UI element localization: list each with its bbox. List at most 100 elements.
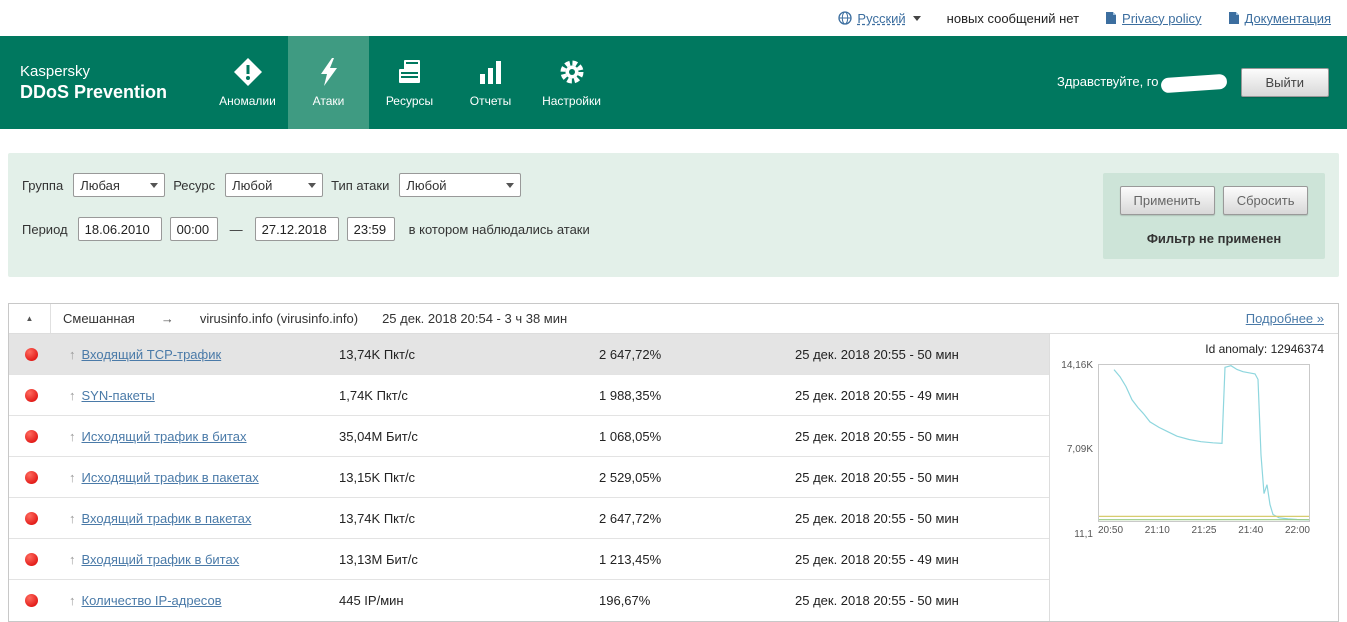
anomaly-chart-title: Id anomaly: 12946374 (1205, 342, 1324, 356)
logout-button[interactable]: Выйти (1240, 68, 1329, 97)
attack-metric-link[interactable]: Входящий TCP-трафик (82, 347, 222, 362)
attack-percent: 196,67% (599, 593, 651, 608)
resource-select[interactable]: Любой (225, 173, 324, 197)
attack-resource: virusinfo.info (virusinfo.info) (199, 311, 359, 326)
attack-value: 13,74K Пкт/с (339, 510, 416, 526)
bar-chart-icon (479, 61, 501, 84)
language-selector[interactable]: Русский (838, 11, 921, 26)
redacted-username (1160, 73, 1227, 93)
date-from-input[interactable] (77, 217, 162, 241)
attack-value: 1,74K Пкт/с (339, 387, 408, 403)
table-row[interactable]: ↑ Входящий TCP-трафик 13,74K Пкт/с 2 647,… (9, 334, 1049, 375)
table-row[interactable]: ↑ Исходящий трафик в пакетах 13,15K Пкт/с… (9, 457, 1049, 498)
select-caret-icon (506, 182, 515, 188)
attack-metric-link[interactable]: Количество IP-адресов (82, 593, 222, 608)
language-caret-icon (912, 15, 921, 21)
nav-label: Ресурсы (385, 94, 434, 108)
attack-period: 25 дек. 2018 20:54 - 3 ч 38 мин (382, 311, 568, 326)
attack-metric-link[interactable]: Исходящий трафик в пакетах (82, 470, 259, 485)
main-nav: Аномалии Атаки Ресурсы Отчеты Настройки (207, 36, 612, 129)
filter-panel: Группа Любая Ресурс Любой Тип атаки Любо… (8, 153, 1339, 277)
attack-time: 25 дек. 2018 20:55 - 50 мин (795, 469, 959, 485)
documentation[interactable]: Документация (1228, 11, 1332, 26)
x-axis-tick: 22:00 (1284, 525, 1310, 536)
resource-label: Ресурс (173, 177, 216, 193)
table-row[interactable]: ↑ Количество IP-адресов 445 IP/мин 196,67… (9, 580, 1049, 621)
table-row[interactable]: ↑ Входящий трафик в пакетах 13,74K Пкт/с … (9, 498, 1049, 539)
attack-percent: 2 529,05% (599, 469, 662, 485)
attack-type-label: Тип атаки (331, 177, 390, 193)
group-select[interactable]: Любая (73, 173, 166, 197)
time-to-input[interactable] (346, 217, 395, 241)
nav-item-attacks[interactable]: Атаки (288, 36, 369, 129)
trend-up-icon: ↑ (69, 469, 76, 485)
nav-item-reports[interactable]: Отчеты (450, 36, 531, 129)
select-caret-icon (308, 182, 317, 188)
arrow-right-icon: → (160, 311, 174, 326)
x-axis-tick: 21:25 (1191, 525, 1217, 536)
nav-label: Атаки (312, 94, 345, 108)
filter-status-text: Фильтр не применен (1146, 231, 1282, 246)
attack-value: 13,13M Бит/с (339, 551, 418, 567)
group-label: Группа (22, 177, 64, 193)
anomaly-chart-panel: Id anomaly: 12946374 14,16K 7,09K 11,1 2… (1050, 334, 1338, 621)
trend-up-icon: ↑ (69, 510, 76, 526)
nav-item-resources[interactable]: Ресурсы (369, 36, 450, 129)
attack-value: 13,15K Пкт/с (339, 469, 416, 485)
nav-item-anomalies[interactable]: Аномалии (207, 36, 288, 129)
nav-label: Настройки (542, 94, 601, 108)
trend-up-icon: ↑ (69, 346, 76, 362)
language-link[interactable]: Русский (857, 11, 905, 26)
table-row[interactable]: ↑ SYN-пакеты 1,74K Пкт/с 1 988,35% 25 дек… (9, 375, 1049, 416)
topbar: Русский новых сообщений нет Privacy poli… (0, 0, 1347, 36)
attack-type-select[interactable]: Любой (399, 173, 522, 197)
attack-group-header: ▲ Смешанная → virusinfo.info (virusinfo.… (9, 304, 1338, 334)
privacy-policy[interactable]: Privacy policy (1105, 11, 1202, 26)
reset-filter-button[interactable]: Сбросить (1222, 186, 1309, 215)
trend-up-icon: ↑ (69, 428, 76, 444)
attack-metric-link[interactable]: SYN-пакеты (82, 388, 155, 403)
apply-filter-button[interactable]: Применить (1119, 186, 1215, 215)
y-axis-tick: 11,1 (1074, 529, 1093, 540)
resource-select-value: Любой (232, 177, 273, 193)
privacy-policy-link[interactable]: Privacy policy (1122, 11, 1201, 26)
x-axis-tick: 21:40 (1238, 525, 1264, 536)
attack-metric-link[interactable]: Входящий трафик в пакетах (82, 511, 252, 526)
time-from-input[interactable] (169, 217, 218, 241)
x-axis-tick: 21:10 (1144, 525, 1170, 536)
attack-time: 25 дек. 2018 20:55 - 50 мин (795, 428, 959, 444)
attack-time: 25 дек. 2018 20:55 - 50 мин (795, 346, 959, 362)
nav-item-settings[interactable]: Настройки (531, 36, 612, 129)
attack-percent: 1 988,35% (599, 387, 662, 403)
nav-label: Отчеты (469, 94, 512, 108)
attack-type-value: Смешанная (63, 311, 135, 326)
collapse-toggle[interactable]: ▲ (9, 304, 51, 333)
trend-up-icon: ↑ (69, 551, 76, 567)
attack-time: 25 дек. 2018 20:55 - 50 мин (795, 510, 959, 526)
period-hint: в котором наблюдались атаки (408, 221, 590, 237)
brand-line1: Kaspersky (20, 62, 91, 80)
anomaly-chart-svg (1099, 365, 1309, 521)
anomaly-rows: ↑ Входящий TCP-трафик 13,74K Пкт/с 2 647,… (9, 334, 1050, 621)
trend-up-icon: ↑ (69, 387, 76, 403)
documentation-link[interactable]: Документация (1245, 11, 1332, 26)
anomaly-chart[interactable] (1098, 364, 1310, 522)
document-icon (1228, 12, 1239, 24)
trend-up-icon: ↑ (69, 593, 76, 608)
lightning-icon (320, 58, 337, 86)
attack-status-dot (24, 429, 38, 443)
attack-status-dot (24, 470, 38, 484)
table-row[interactable]: ↑ Исходящий трафик в битах 35,04M Бит/с 1… (9, 416, 1049, 457)
collapse-triangle-icon: ▲ (25, 314, 34, 323)
resources-icon (398, 60, 420, 83)
date-to-input[interactable] (254, 217, 339, 241)
attack-metric-link[interactable]: Исходящий трафик в битах (82, 429, 247, 444)
attack-status-dot (24, 511, 38, 525)
attack-value: 35,04M Бит/с (339, 428, 418, 444)
table-row[interactable]: ↑ Входящий трафик в битах 13,13M Бит/с 1 … (9, 539, 1049, 580)
attack-value: 13,74K Пкт/с (339, 346, 416, 362)
details-link[interactable]: Подробнее » (1246, 311, 1324, 326)
select-caret-icon (150, 182, 159, 188)
attack-metric-link[interactable]: Входящий трафик в битах (82, 552, 240, 567)
y-axis-tick: 14,16K (1061, 360, 1093, 371)
